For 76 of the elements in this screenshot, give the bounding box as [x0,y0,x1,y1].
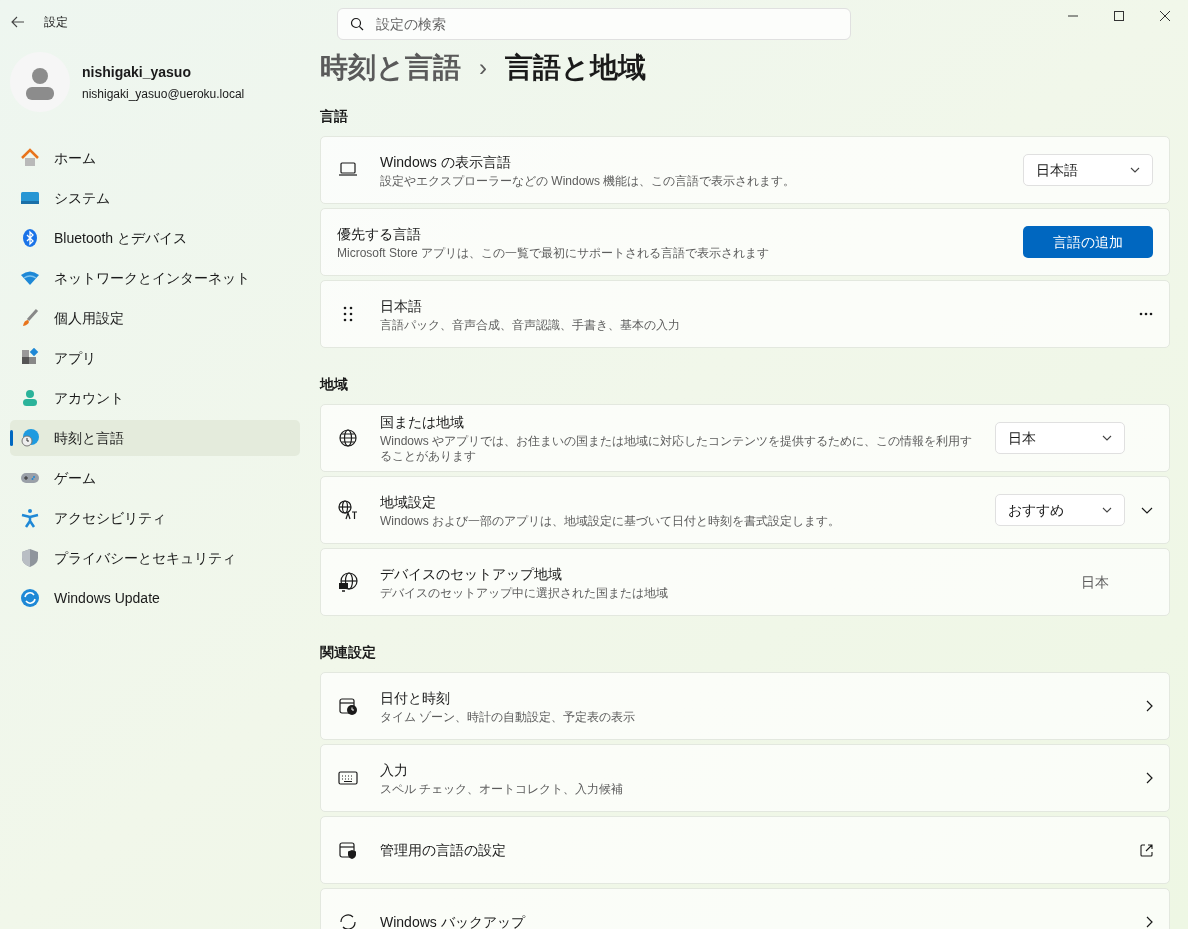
sidebar-item[interactable]: アカウント [10,380,300,416]
card-description: Windows やアプリでは、お住まいの国または地域に対応したコンテンツを提供するために、この情報を利用することがあります [380,434,973,464]
external-link-icon[interactable] [1140,843,1153,857]
card-description: タイム ゾーン、時計の自動設定、予定表の表示 [380,709,637,725]
section-heading: 地域 [320,375,349,394]
globe-translate-icon [338,500,358,520]
sidebar-item[interactable]: ゲーム [10,460,300,496]
card-title: 管理用の言語の設定 [380,840,507,860]
chevron-down-icon[interactable] [1141,506,1153,514]
card-title: Windows バックアップ [380,912,527,929]
close-icon[interactable] [1160,11,1170,21]
selection-indicator [10,430,13,446]
section-heading: 関連設定 [320,643,377,662]
chevron-right-icon[interactable] [1146,772,1153,784]
chevron-down-icon [1102,507,1112,513]
sidebar-item[interactable]: アクセシビリティ [10,500,300,536]
globe-icon [338,428,358,448]
window-shield-icon [338,840,358,860]
add-language-button[interactable]: 言語の追加 [1023,226,1153,258]
breadcrumb-separator: › [479,53,487,83]
dropdown[interactable]: 日本 [995,422,1125,454]
card-title: 国または地域 [380,413,465,432]
card-title: 地域設定 [380,492,437,512]
sidebar-item[interactable]: 時刻と言語 [10,420,300,456]
user-email: nishigaki_yasuo@ueroku.local [82,85,245,103]
more-icon[interactable] [1139,312,1153,316]
dropdown[interactable]: 日本語 [1023,154,1153,186]
globe-clock-icon [20,428,40,448]
sidebar-item[interactable]: ネットワークとインターネット [10,260,300,296]
chevron-right-icon[interactable] [1146,700,1153,712]
search-input[interactable]: 設定の検索 [376,13,838,35]
card-description: デバイスのセットアップ中に選択された国または地域 [380,585,669,601]
card-description: 設定やエクスプローラーなどの Windows 機能は、この言語で表示されます。 [380,173,797,189]
window-title: 設定 [44,14,68,31]
chevron-down-icon [1102,435,1112,441]
accessibility-icon [20,508,40,528]
avatar-icon [10,52,70,112]
refresh-icon [20,588,40,608]
brush-icon [20,308,40,328]
card-description: Windows および一部のアプリは、地域設定に基づいて日付と時刻を書式設定します。 [380,513,841,529]
sidebar-item[interactable]: アプリ [10,340,300,376]
home-icon [20,148,40,168]
user-name: nishigaki_yasuo [82,62,192,82]
card-description: スペル チェック、オートコレクト、入力候補 [380,781,625,797]
page-title: 言語と地域 [505,51,646,85]
sidebar-item[interactable]: プライバシーとセキュリティ [10,540,300,576]
bluetooth-icon [20,228,40,248]
dropdown[interactable]: おすすめ [995,494,1125,526]
sidebar-item[interactable]: ホーム [10,140,300,176]
sidebar-item[interactable]: 個人用設定 [10,300,300,336]
calendar-clock-icon [338,696,358,716]
section-heading: 言語 [320,107,349,126]
globe-monitor-icon [338,572,358,592]
shield-icon [20,548,40,568]
keyboard-icon [338,768,358,788]
back-arrow-icon[interactable] [11,16,25,28]
person-icon [20,388,40,408]
card-title: 日本語 [380,296,423,316]
sidebar-item[interactable]: Windows Update [10,580,300,616]
sidebar-item[interactable]: システム [10,180,300,216]
maximize-icon[interactable] [1114,11,1124,21]
card-description: Microsoft Store アプリは、この一覧で最初にサポートされる言語で表示されます [337,245,771,261]
card-description: 言語パック、音声合成、音声認識、手書き、基本の入力 [380,317,681,333]
search-icon [350,17,364,31]
sync-icon [338,912,358,929]
search-field[interactable]: 設定の検索 [337,8,851,40]
chevron-right-icon[interactable] [1146,916,1153,928]
card-title: 日付と時刻 [380,688,451,708]
sidebar-item[interactable]: Bluetooth とデバイス [10,220,300,256]
card-title: 入力 [380,760,409,780]
card-title: 優先する言語 [337,224,422,244]
chevron-down-icon [1130,167,1140,173]
setting-value: 日本 [1081,572,1109,592]
card-title: Windows の表示言語 [380,152,512,172]
breadcrumb-parent[interactable]: 時刻と言語 [320,47,461,89]
card-title: デバイスのセットアップ地域 [380,564,563,584]
